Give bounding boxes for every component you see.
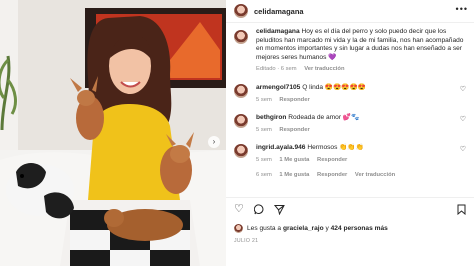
post-photo: › (0, 0, 226, 266)
like-comment-icon[interactable]: ♡ (460, 146, 466, 155)
liker-username[interactable]: graciela_rajo (283, 225, 324, 232)
more-options-icon[interactable]: ••• (456, 4, 468, 14)
reply-link[interactable]: Responder (279, 97, 309, 103)
comment: 6 sem 1 Me gusta Responder Ver traducció… (226, 171, 474, 180)
comment-like-count[interactable]: 1 Me gusta (279, 157, 309, 163)
post-header: celidamagana ••• (226, 0, 474, 23)
commenter-avatar[interactable] (234, 83, 248, 98)
comment-time: 5 sem (256, 156, 272, 163)
like-comment-icon[interactable]: ♡ (460, 86, 466, 95)
comment-text: Hermosos 👏👏👏 (307, 144, 364, 152)
comment-time: 5 sem (256, 96, 272, 103)
comment-meta: 5 sem 1 Me gusta Responder (256, 156, 454, 165)
likes-count[interactable]: 424 personas más (331, 225, 388, 232)
reply-link[interactable]: Responder (317, 157, 347, 163)
like-heart-icon[interactable]: ♡ (234, 204, 244, 215)
comment-text: Rodeada de amor 💕🐾 (288, 114, 360, 122)
comment-translation-link[interactable]: Ver traducción (355, 172, 395, 178)
reply-link[interactable]: Responder (279, 127, 309, 133)
caption-edited: Editado · 6 sem (256, 66, 297, 73)
commenter-avatar[interactable] (234, 144, 248, 159)
likes-prefix: Les gusta a (247, 225, 282, 232)
comment-time: 6 sem (256, 171, 272, 178)
share-shape (273, 205, 285, 216)
caption-username[interactable]: celidamagana (256, 28, 300, 35)
comment-like-count[interactable]: 1 Me gusta (279, 172, 309, 178)
bookmark-shape (457, 204, 466, 216)
next-image-arrow[interactable]: › (208, 136, 220, 148)
post-image (0, 0, 226, 266)
comment: bethgiron Rodeada de amor 💕🐾 5 sem Respo… (226, 114, 474, 134)
comments-feed: celidamagana Hoy es el día del perro y s… (226, 28, 474, 179)
comment-meta: 5 sem Responder (256, 126, 454, 135)
comment-bubble-icon[interactable] (253, 204, 265, 218)
save-bookmark-icon[interactable] (457, 204, 466, 218)
like-comment-icon[interactable]: ♡ (460, 116, 466, 125)
post-caption: celidamagana Hoy es el día del perro y s… (226, 28, 474, 74)
comment-username[interactable]: bethgiron (256, 114, 286, 121)
comment-username[interactable]: ingrid.ayala.946 (256, 144, 305, 151)
comment-meta: 5 sem Responder (256, 96, 454, 105)
reply-link[interactable]: Responder (317, 172, 347, 178)
share-icon[interactable] (273, 204, 285, 218)
comment-bubble-shape (253, 204, 264, 215)
comment-time: 5 sem (256, 126, 272, 133)
comment-meta: 6 sem 1 Me gusta Responder Ver traducció… (256, 171, 454, 180)
caption-translation-link[interactable]: Ver traducción (304, 66, 344, 72)
post-actions-bar: ♡ (226, 197, 474, 220)
author-avatar[interactable] (234, 4, 248, 18)
post-sidebar: celidamagana ••• celidamagana Hoy es el … (226, 0, 474, 266)
caption-avatar[interactable] (234, 30, 248, 44)
commenter-avatar[interactable] (234, 114, 248, 129)
comment: armengol7105 Q linda 😍😍😍😍😍 5 sem Respond… (226, 83, 474, 105)
post-date: JULIO 21 (234, 238, 259, 244)
comment: ingrid.ayala.946 Hermosos 👏👏👏 5 sem 1 Me… (226, 144, 474, 164)
liker-avatar[interactable] (234, 224, 243, 233)
likes-summary: Les gusta a graciela_rajo y 424 personas… (234, 224, 388, 233)
author-username[interactable]: celidamagana (254, 7, 304, 16)
comment-username[interactable]: armengol7105 (256, 84, 300, 91)
likes-conjunction: y (325, 225, 329, 232)
caption-meta: Editado · 6 sem Ver traducción (256, 65, 466, 74)
comment-text: Q linda 😍😍😍😍😍 (302, 83, 366, 91)
